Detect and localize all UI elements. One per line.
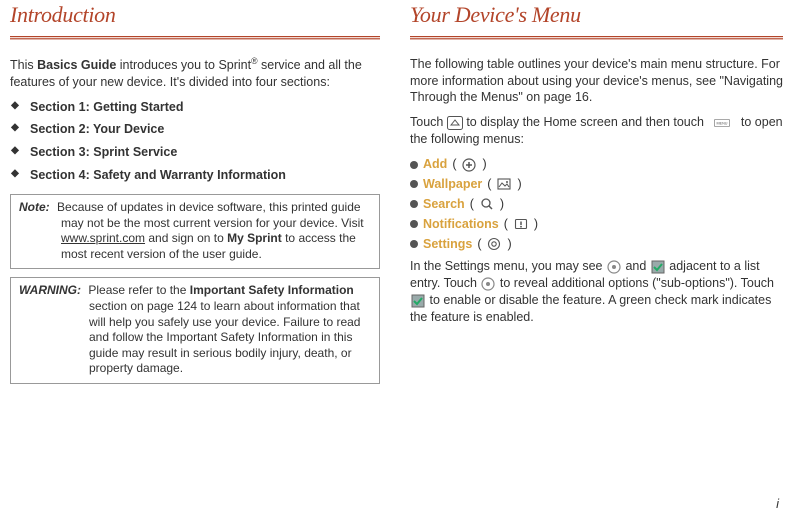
section-label: Section 2: — [30, 122, 90, 136]
intro-paragraph: This Basics Guide introduces you to Spri… — [10, 56, 380, 91]
section-item: ◆ Section 3: Sprint Service — [10, 144, 380, 161]
diamond-bullet-icon: ◆ — [10, 144, 20, 158]
diamond-bullet-icon: ◆ — [10, 167, 20, 181]
section-label: Section 3: — [30, 145, 90, 159]
home-icon — [447, 116, 463, 130]
menu-heading: Your Device's Menu — [410, 0, 783, 30]
paren-open: ( — [452, 156, 456, 173]
menu-item-label: Search — [423, 196, 465, 213]
warning-text-pre: Please refer to the — [88, 283, 189, 297]
paren-close: ) — [507, 236, 511, 253]
note-text-mid: and sign on to — [145, 231, 227, 245]
section-title: Your Device — [93, 122, 164, 136]
paren-open: ( — [470, 196, 474, 213]
paren-open: ( — [504, 216, 508, 233]
note-text-pre: Because of updates in device software, t… — [57, 200, 364, 230]
warning-label: WARNING: — [19, 283, 81, 297]
checkbox-icon — [410, 294, 426, 308]
menu-paragraph-2: Touch to display the Home screen and the… — [410, 114, 783, 148]
intro-divider — [10, 36, 380, 40]
alert-rect-icon — [513, 216, 529, 232]
picture-icon — [496, 176, 512, 192]
section-item: ◆ Section 1: Getting Started — [10, 99, 380, 116]
menu-divider — [410, 36, 783, 40]
intro-text-mid: introduces you to Sprint — [116, 58, 251, 72]
paren-close: ) — [500, 196, 504, 213]
warning-bold: Important Safety Information — [190, 283, 354, 297]
touch-text-mid: to display the Home screen and then touc… — [463, 115, 708, 129]
intro-text-bold: Basics Guide — [37, 58, 116, 72]
magnifier-icon — [479, 196, 495, 212]
paren-close: ) — [482, 156, 486, 173]
settings-text-5: to enable or disable the feature. A gree… — [410, 293, 771, 324]
settings-paragraph: In the Settings menu, you may see and ad… — [410, 258, 783, 326]
svg-text:MENU: MENU — [717, 122, 728, 126]
menu-item-settings: Settings ( ) — [410, 236, 783, 253]
sections-list: ◆ Section 1: Getting Started ◆ Section 2… — [10, 99, 380, 185]
note-label: Note: — [19, 200, 50, 214]
section-label: Section 4: — [30, 168, 90, 182]
settings-text-1: In the Settings menu, you may see — [410, 259, 606, 273]
page-number: i — [776, 495, 779, 513]
more-circle-icon — [606, 260, 622, 274]
menu-item-search: Search ( ) — [410, 196, 783, 213]
paren-close: ) — [534, 216, 538, 233]
diamond-bullet-icon: ◆ — [10, 99, 20, 113]
bullet-icon — [410, 200, 418, 208]
section-item: ◆ Section 4: Safety and Warranty Informa… — [10, 167, 380, 184]
menu-list: Add ( ) Wallpaper ( ) Search ( ) — [410, 156, 783, 252]
section-title: Sprint Service — [93, 145, 177, 159]
menu-item-label: Add — [423, 156, 447, 173]
section-item: ◆ Section 2: Your Device — [10, 121, 380, 138]
diamond-bullet-icon: ◆ — [10, 121, 20, 135]
paren-open: ( — [487, 176, 491, 193]
bullet-icon — [410, 240, 418, 248]
menu-item-label: Notifications — [423, 216, 499, 233]
note-bold: My Sprint — [227, 231, 282, 245]
note-link[interactable]: www.sprint.com — [61, 231, 145, 245]
bullet-icon — [410, 161, 418, 169]
section-title: Safety and Warranty Information — [93, 168, 286, 182]
intro-text-pre: This — [10, 58, 37, 72]
menu-key-icon: MENU — [707, 116, 737, 130]
section-title: Getting Started — [93, 100, 183, 114]
menu-item-label: Settings — [423, 236, 472, 253]
section-label: Section 1: — [30, 100, 90, 114]
paren-close: ) — [517, 176, 521, 193]
menu-item-notifications: Notifications ( ) — [410, 216, 783, 233]
note-box: Note: Because of updates in device softw… — [10, 194, 380, 269]
warning-box: WARNING: Please refer to the Important S… — [10, 277, 380, 384]
intro-heading: Introduction — [10, 0, 380, 30]
plus-circle-icon — [461, 157, 477, 173]
menu-item-add: Add ( ) — [410, 156, 783, 173]
warning-text-post: section on page 124 to learn about infor… — [89, 299, 360, 375]
touch-text-pre: Touch — [410, 115, 447, 129]
bullet-icon — [410, 220, 418, 228]
menu-paragraph-1: The following table outlines your device… — [410, 56, 783, 107]
target-icon — [486, 236, 502, 252]
settings-text-4: to reveal additional options ("sub-optio… — [500, 276, 774, 290]
checkbox-icon — [650, 260, 666, 274]
paren-open: ( — [477, 236, 481, 253]
settings-text-2: and — [625, 259, 649, 273]
menu-item-label: Wallpaper — [423, 176, 482, 193]
menu-item-wallpaper: Wallpaper ( ) — [410, 176, 783, 193]
more-circle-icon — [480, 277, 496, 291]
bullet-icon — [410, 180, 418, 188]
